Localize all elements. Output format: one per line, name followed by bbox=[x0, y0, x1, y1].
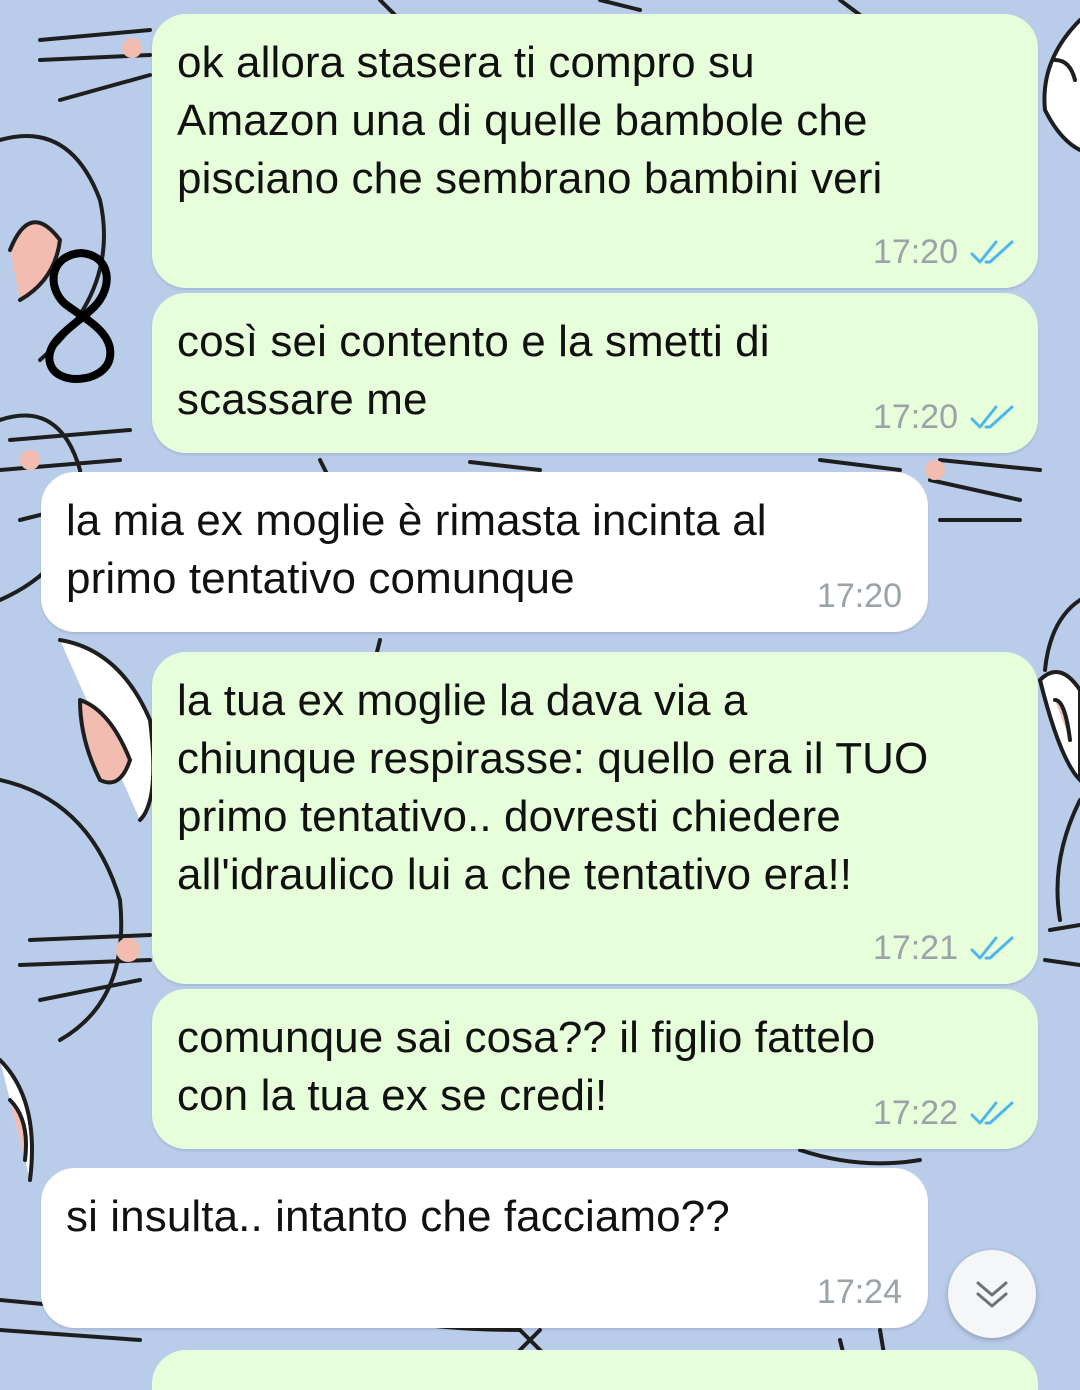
message-bubble-outgoing-partial bbox=[152, 1350, 1038, 1390]
svg-text:8: 8 bbox=[36, 245, 37, 246]
message-timestamp: 17:24 bbox=[816, 1273, 902, 1311]
double-check-icon bbox=[970, 240, 1014, 263]
message-meta: 17:24 bbox=[817, 1273, 902, 1312]
message-bubble-outgoing[interactable]: comunque sai cosa?? il figlio fattelo co… bbox=[152, 989, 1038, 1149]
message-text: la tua ex moglie la dava via a chiunque … bbox=[177, 676, 929, 899]
message-text: ok allora stasera ti compro su Amazon un… bbox=[177, 38, 883, 203]
message-text: così sei contento e la smetti di scassar… bbox=[177, 317, 770, 424]
double-check-icon bbox=[970, 936, 1014, 959]
message-bubble-incoming[interactable]: la mia ex moglie è rimasta incinta al pr… bbox=[41, 472, 928, 632]
double-check-icon bbox=[970, 405, 1014, 428]
message-bubble-outgoing[interactable]: ok allora stasera ti compro su Amazon un… bbox=[152, 14, 1038, 288]
message-meta: 17:22 bbox=[873, 1094, 1016, 1133]
message-meta: 17:20 bbox=[873, 233, 1016, 272]
message-timestamp: 17:20 bbox=[872, 398, 958, 436]
message-meta: 17:20 bbox=[873, 398, 1016, 437]
double-chevron-down-icon bbox=[976, 1281, 1008, 1308]
message-text: comunque sai cosa?? il figlio fattelo co… bbox=[177, 1013, 876, 1120]
message-text: la mia ex moglie è rimasta incinta al pr… bbox=[66, 496, 767, 603]
message-bubble-outgoing[interactable]: la tua ex moglie la dava via a chiunque … bbox=[152, 652, 1038, 984]
message-timestamp: 17:22 bbox=[872, 1094, 958, 1132]
message-timestamp: 17:21 bbox=[872, 929, 958, 967]
message-bubble-outgoing[interactable]: così sei contento e la smetti di scassar… bbox=[152, 293, 1038, 453]
message-meta: 17:20 bbox=[817, 577, 902, 616]
handwritten-number-annotation: 8 bbox=[36, 245, 115, 383]
scroll-to-bottom-button[interactable] bbox=[948, 1250, 1036, 1338]
double-check-icon bbox=[970, 1101, 1014, 1124]
message-bubble-incoming[interactable]: si insulta.. intanto che facciamo?? 17:2… bbox=[41, 1168, 928, 1328]
message-meta: 17:21 bbox=[873, 929, 1016, 968]
message-text: si insulta.. intanto che facciamo?? bbox=[66, 1192, 730, 1241]
message-timestamp: 17:20 bbox=[872, 233, 958, 271]
message-timestamp: 17:20 bbox=[816, 577, 902, 615]
